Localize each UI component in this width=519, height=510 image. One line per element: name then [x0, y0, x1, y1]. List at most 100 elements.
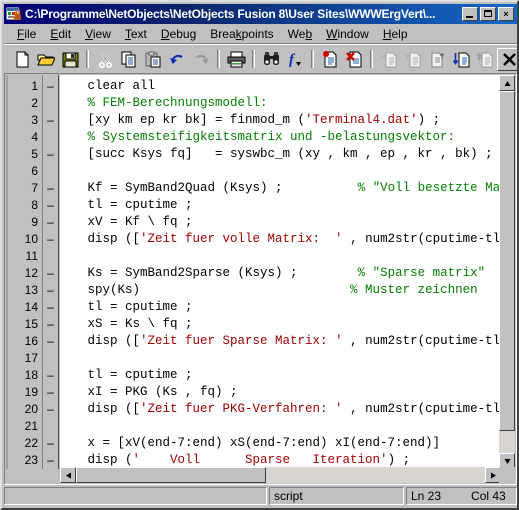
code-line[interactable] [65, 163, 515, 180]
line-number: 10 [24, 232, 38, 246]
line-number: 12 [24, 266, 38, 280]
horizontal-scroll-track[interactable] [76, 467, 485, 483]
chevron-down-icon [504, 458, 510, 464]
step-icon[interactable] [401, 48, 425, 71]
menu-item-help[interactable]: Help [376, 25, 415, 43]
code-line[interactable]: disp (['Zeit fuer Sparse Matrix: ' , num… [65, 333, 516, 350]
code-line[interactable] [65, 350, 515, 367]
code-line[interactable]: disp (['Zeit fuer PKG-Verfahren: ' , num… [65, 401, 516, 418]
line-executable-mark[interactable]: – [43, 367, 58, 384]
open-folder-icon[interactable] [34, 48, 58, 71]
vertical-scrollbar[interactable] [499, 75, 515, 469]
menu-item-breakpoints[interactable]: Breakpoints [203, 25, 280, 43]
menu-item-file[interactable]: File [10, 25, 43, 43]
code-token-plain: xI = PKG (Ks , fq) ; [65, 385, 238, 399]
line-executable-mark[interactable]: – [43, 231, 58, 248]
svg-text:f: f [289, 52, 296, 68]
menu-item-text[interactable]: Text [118, 25, 154, 43]
close-icon: × [503, 9, 509, 19]
line-executable-mark[interactable] [43, 129, 58, 146]
line-executable-mark[interactable]: – [43, 299, 58, 316]
line-executable-mark[interactable]: – [43, 265, 58, 282]
chevron-left-icon [65, 472, 71, 478]
breakpoint-gutter[interactable]: – – – – – – – – – – – – – – – – – [42, 75, 59, 469]
code-text-area[interactable]: clear all % FEM-Berechnungsmodell: [xy k… [60, 75, 515, 469]
line-executable-mark[interactable]: – [43, 384, 58, 401]
code-line[interactable]: Ks = SymBand2Sparse (Ksys) ; % "Sparse m… [65, 265, 515, 282]
menu-item-view[interactable]: View [78, 25, 118, 43]
line-number: 23 [24, 453, 38, 467]
set-breakpoint-icon[interactable] [318, 48, 342, 71]
code-token-str: ' Voll Sparse Iteration' [132, 453, 388, 467]
line-executable-mark[interactable]: – [43, 333, 58, 350]
paste-clipboard-icon[interactable] [141, 48, 165, 71]
code-line[interactable] [65, 418, 515, 435]
code-line[interactable]: % FEM-Berechnungsmodell: [65, 95, 515, 112]
line-executable-mark[interactable] [43, 163, 58, 180]
line-executable-mark[interactable]: – [43, 78, 58, 95]
find-binoculars-icon[interactable] [259, 48, 283, 71]
code-line[interactable]: x = [xV(end-7:end) xS(end-7:end) xI(end-… [65, 435, 515, 452]
code-line[interactable]: spy(Ks) % Muster zeichnen [65, 282, 515, 299]
clear-all-breakpoints-icon[interactable] [342, 48, 366, 71]
exit-debug-icon[interactable] [497, 47, 517, 71]
code-token-cmt: % Systemsteifigkeitsmatrix und -belastun… [65, 130, 456, 144]
scroll-up-button[interactable] [499, 75, 515, 91]
save-icon[interactable] [58, 48, 82, 71]
code-line[interactable] [65, 248, 515, 265]
code-line[interactable]: [xy km ep kr bk] = finmod_m ('Terminal4.… [65, 112, 515, 129]
maximize-button[interactable] [480, 7, 496, 21]
line-executable-mark[interactable]: – [43, 112, 58, 129]
copy-icon[interactable] [117, 48, 141, 71]
cut-scissors-icon[interactable] [93, 48, 117, 71]
horizontal-scrollbar[interactable] [60, 467, 501, 483]
vertical-scroll-thumb[interactable] [499, 91, 515, 431]
line-executable-mark[interactable]: – [43, 282, 58, 299]
line-executable-mark[interactable]: – [43, 401, 58, 418]
line-executable-mark[interactable]: – [43, 214, 58, 231]
menu-item-edit[interactable]: Edit [43, 25, 78, 43]
line-executable-mark[interactable]: – [43, 146, 58, 163]
line-number: 20 [24, 402, 38, 416]
step-into-icon[interactable] [377, 48, 401, 71]
code-token-str: 'Zeit fuer volle Matrix: ' [140, 232, 343, 246]
menu-item-web[interactable]: Web [281, 25, 319, 43]
code-line[interactable]: tl = cputime ; [65, 367, 515, 384]
run-icon[interactable] [449, 48, 473, 71]
step-out-icon[interactable] [425, 48, 449, 71]
title-bar[interactable]: C:\Programme\NetObjects\NetObjects Fusio… [4, 4, 517, 24]
new-file-icon[interactable] [10, 48, 34, 71]
code-line[interactable]: xI = PKG (Ks , fq) ; [65, 384, 515, 401]
menu-item-debug[interactable]: Debug [154, 25, 203, 43]
line-executable-mark[interactable]: – [43, 197, 58, 214]
minimize-button[interactable] [462, 7, 478, 21]
code-line[interactable]: % Systemsteifigkeitsmatrix und -belastun… [65, 129, 515, 146]
vertical-scroll-track[interactable] [499, 91, 515, 453]
code-line[interactable]: xV = Kf \ fq ; [65, 214, 515, 231]
menu-item-window[interactable]: Window [319, 25, 376, 43]
code-line[interactable]: disp (['Zeit fuer volle Matrix: ' , num2… [65, 231, 516, 248]
save-and-run-icon[interactable] [473, 48, 497, 71]
line-executable-mark[interactable]: – [43, 435, 58, 452]
horizontal-scroll-thumb[interactable] [76, 467, 266, 483]
line-executable-mark[interactable] [43, 95, 58, 112]
code-line[interactable]: tl = cputime ; [65, 197, 515, 214]
line-executable-mark[interactable] [43, 418, 58, 435]
line-executable-mark[interactable]: – [43, 316, 58, 333]
code-line[interactable]: [succ Ksys fq] = syswbc_m (xy , km , ep … [65, 146, 515, 163]
code-line[interactable]: xS = Ks \ fq ; [65, 316, 515, 333]
redo-arrow-icon[interactable] [189, 48, 213, 71]
line-executable-mark[interactable]: – [43, 180, 58, 197]
print-icon[interactable] [224, 48, 248, 71]
line-executable-mark[interactable] [43, 350, 58, 367]
code-line[interactable]: Kf = SymBand2Quad (Ksys) ; % "Voll beset… [65, 180, 516, 197]
line-executable-mark[interactable] [43, 248, 58, 265]
code-line[interactable]: clear all [65, 78, 515, 95]
line-executable-mark[interactable]: – [43, 452, 58, 469]
undo-arrow-icon[interactable] [165, 48, 189, 71]
scroll-left-button[interactable] [60, 467, 76, 483]
code-line[interactable]: tl = cputime ; [65, 299, 515, 316]
function-browser-icon[interactable]: f [283, 48, 307, 71]
close-button[interactable]: × [498, 7, 514, 21]
chevron-right-icon [490, 472, 496, 478]
